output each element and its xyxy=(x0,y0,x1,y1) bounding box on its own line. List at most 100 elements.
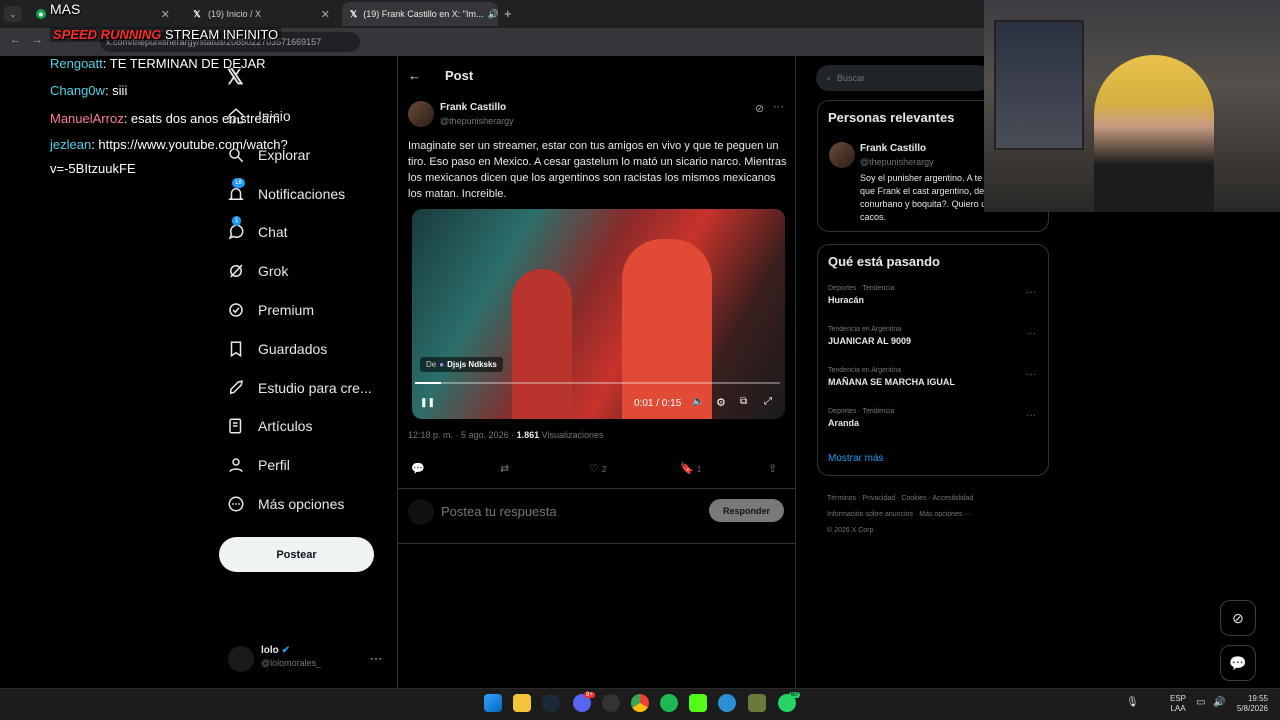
volume-icon[interactable]: 🔈 xyxy=(692,396,704,407)
more-icon[interactable]: ··· xyxy=(1026,369,1036,380)
relevant-name[interactable]: Frank Castillo xyxy=(860,143,926,154)
audio-icon[interactable]: 🔊 xyxy=(488,9,499,20)
video-progress-track[interactable] xyxy=(415,382,780,384)
post-button[interactable]: Postear xyxy=(219,537,374,572)
repost-icon[interactable]: ⇄ xyxy=(500,462,509,475)
trend-category: Deportes · Tendencia xyxy=(828,285,895,292)
chat-message: Chang0w: siii xyxy=(50,83,127,98)
tab-label: (19) Frank Castillo en X: "Im... xyxy=(363,9,484,19)
tweet-timestamp[interactable]: 12:18 p. m. · 5 ago. 2026 · xyxy=(408,430,514,440)
tab-search-button[interactable]: ⌄ xyxy=(4,6,22,22)
sidebar-item-premium[interactable]: Premium xyxy=(226,295,314,325)
trend-category: Tendencia en Argentina xyxy=(828,326,902,333)
author-handle[interactable]: @thepunisherargy xyxy=(440,116,514,126)
windows-start-icon[interactable] xyxy=(484,694,502,712)
chat-message: ManuelArroz: esats dos anos en stream xyxy=(50,111,280,126)
steam-icon[interactable] xyxy=(542,694,560,712)
more-icon[interactable]: ··· xyxy=(1026,287,1036,298)
show-more-link[interactable]: Mostrar más xyxy=(828,453,884,464)
author-avatar[interactable] xyxy=(408,101,434,127)
video-source-pill[interactable]: De ● Djsjs Ndksks xyxy=(420,357,503,372)
grok-icon[interactable]: ⊘ xyxy=(755,102,764,115)
trend-item[interactable]: Tendencia en Argentina MAÑANA SE MARCHA … xyxy=(828,367,1038,387)
more-icon[interactable]: ··· xyxy=(773,101,784,113)
clock-date: 5/8/2026 xyxy=(1236,704,1268,713)
grok-float-button[interactable]: ⊘ xyxy=(1220,600,1256,636)
footer-link[interactable]: Accesibilidad xyxy=(932,495,973,502)
clock[interactable]: 19:55 5/8/2026 xyxy=(1232,694,1268,714)
sidebar-item-perfil[interactable]: Perfil xyxy=(226,450,290,480)
trends-title: Qué está pasando xyxy=(828,254,940,269)
back-arrow-icon[interactable]: ← xyxy=(408,68,421,83)
more-icon[interactable]: ··· xyxy=(1026,328,1036,339)
video-player[interactable]: De ● Djsjs Ndksks ❚❚ 0:01 / 0:15 🔈 ⚙ ⧉ ⤢ xyxy=(412,209,785,419)
close-icon[interactable]: ✕ xyxy=(321,8,330,21)
video-progress-fill xyxy=(415,382,441,384)
like-button[interactable]: ♡ 2 xyxy=(589,462,606,475)
settings-icon[interactable]: ⚙ xyxy=(716,396,726,409)
tab-post[interactable]: 𝕏 (19) Frank Castillo en X: "Im... 🔊 ✕ xyxy=(342,2,498,26)
app-icon[interactable] xyxy=(748,694,766,712)
volume-icon[interactable]: 🔊 xyxy=(1213,697,1225,708)
close-icon[interactable]: ✕ xyxy=(161,8,170,21)
sidebar-item-label: Estudio para cre... xyxy=(258,380,372,396)
new-tab-button[interactable]: + xyxy=(504,6,512,21)
tab-inicio[interactable]: 𝕏 (19) Inicio / X ✕ xyxy=(184,2,338,26)
fullscreen-icon[interactable]: ⤢ xyxy=(764,396,772,407)
footer-link[interactable]: Términos xyxy=(827,495,856,502)
chrome-icon[interactable] xyxy=(631,694,649,712)
author-name[interactable]: Frank Castillo xyxy=(440,102,506,113)
person-icon xyxy=(226,455,246,475)
footer-link[interactable]: Información sobre anuncios xyxy=(827,511,913,518)
spotify-icon[interactable] xyxy=(660,694,678,712)
sidebar-item-grok[interactable]: Grok xyxy=(226,256,288,286)
pip-icon[interactable]: ⧉ xyxy=(740,396,747,407)
back-button[interactable]: ← xyxy=(10,34,21,46)
language-layout: LAA xyxy=(1170,704,1186,713)
footer-link[interactable]: Cookies xyxy=(901,495,926,502)
reply-input[interactable] xyxy=(441,501,691,521)
relevant-avatar[interactable] xyxy=(829,142,855,168)
relevant-handle[interactable]: @thepunisherargy xyxy=(860,157,934,167)
verified-icon xyxy=(226,300,246,320)
forward-button[interactable]: → xyxy=(32,34,43,46)
sidebar-item-guardados[interactable]: Guardados xyxy=(226,334,327,364)
display-icon[interactable]: ▭ xyxy=(1196,697,1205,708)
sidebar-item-notificaciones[interactable]: 18 Notificaciones xyxy=(226,178,345,209)
language-indicator[interactable]: ESP LAA xyxy=(1170,694,1186,714)
more-circle-icon xyxy=(226,494,246,514)
stream-tab-icon: ● xyxy=(36,9,46,19)
sidebar-item-articulos[interactable]: Artículos xyxy=(226,411,312,441)
trend-item[interactable]: Deportes · Tendencia Huracán ··· xyxy=(828,285,1038,305)
trend-item[interactable]: Deportes · Tendencia Aranda ··· xyxy=(828,408,1038,428)
stream-title-a: SPEED RUNNING xyxy=(53,27,162,42)
messages-float-button[interactable]: 💬 xyxy=(1220,645,1256,681)
chat-user: Rengoatt xyxy=(50,56,103,71)
account-switcher[interactable]: lolo ✔ @lolomorales_ xyxy=(261,645,321,668)
more-icon[interactable]: ··· xyxy=(370,651,382,665)
kick-icon[interactable] xyxy=(689,694,707,712)
tweet-text: Imaginate ser un streamer, estar con tus… xyxy=(408,140,787,200)
mic-icon[interactable]: 🎙 xyxy=(1126,697,1139,708)
x-logo-icon: 𝕏 xyxy=(193,8,201,19)
search-field[interactable]: ⌕ Buscar xyxy=(816,65,991,91)
sidebar-item-estudio[interactable]: Estudio para cre... xyxy=(226,373,372,403)
obs-icon[interactable] xyxy=(602,694,620,712)
file-explorer-icon[interactable] xyxy=(513,694,531,712)
footer-link[interactable]: Más opciones ··· xyxy=(919,511,971,518)
bell-icon: 18 xyxy=(226,178,246,204)
overlay-label: MAS xyxy=(50,1,81,17)
reply-icon[interactable]: 💬 xyxy=(411,462,425,475)
footer-link[interactable]: Privacidad xyxy=(862,495,895,502)
sidebar-item-mas-opciones[interactable]: Más opciones xyxy=(226,489,344,519)
bookmark-button[interactable]: 🔖 1 xyxy=(680,462,701,475)
trend-item[interactable]: Tendencia en Argentina JUANICAR AL 9009 … xyxy=(828,326,1038,346)
pause-icon[interactable]: ❚❚ xyxy=(420,397,435,408)
share-icon[interactable]: ⇪ xyxy=(768,462,777,475)
sidebar-item-chat[interactable]: 1 Chat xyxy=(226,216,288,247)
ccleaner-icon[interactable] xyxy=(718,694,736,712)
webcam-window xyxy=(994,20,1084,150)
more-icon[interactable]: ··· xyxy=(1026,410,1036,421)
reply-button[interactable]: Responder xyxy=(709,499,784,522)
source-prefix: De xyxy=(426,360,437,369)
